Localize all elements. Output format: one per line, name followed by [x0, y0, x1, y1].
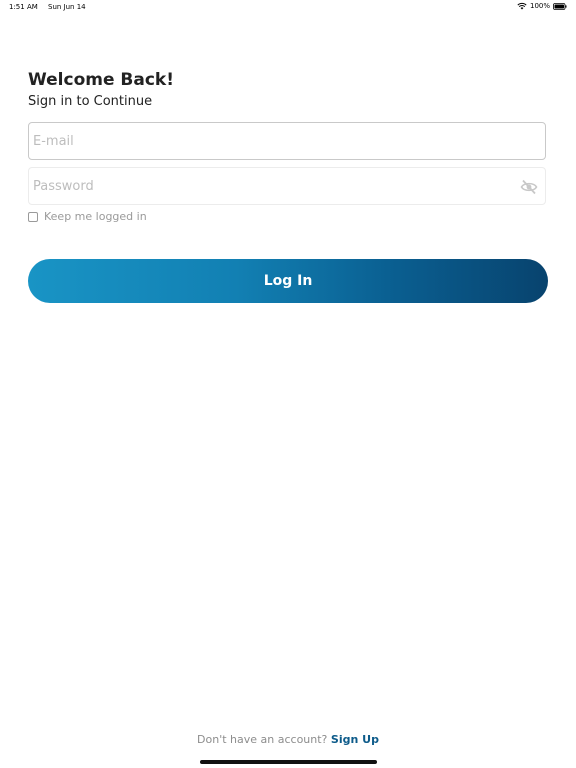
- email-field[interactable]: [29, 123, 503, 159]
- signup-prompt: Don't have an account?: [197, 733, 328, 746]
- remember-me-label[interactable]: Keep me logged in: [44, 210, 147, 223]
- page-title: Welcome Back!: [28, 70, 174, 90]
- battery-icon: [553, 2, 567, 10]
- wifi-icon: [517, 2, 527, 10]
- status-right: 100%: [517, 2, 567, 10]
- email-field-container: [28, 122, 546, 160]
- remember-me-row: Keep me logged in: [28, 210, 147, 223]
- eye-slash-icon[interactable]: [520, 179, 538, 195]
- status-time: 1:51 AM: [9, 3, 38, 11]
- status-bar: 1:51 AM Sun Jun 14 100%: [0, 0, 576, 14]
- status-left: 1:51 AM Sun Jun 14: [9, 3, 94, 11]
- page-subtitle: Sign in to Continue: [28, 94, 153, 109]
- login-screen: 1:51 AM Sun Jun 14 100% Welcome Back! Si…: [0, 0, 576, 768]
- signup-row: Don't have an account? Sign Up: [0, 733, 576, 746]
- home-indicator[interactable]: [200, 760, 377, 764]
- password-field-container: [28, 167, 546, 205]
- remember-me-checkbox[interactable]: [28, 211, 38, 222]
- password-field[interactable]: [29, 168, 503, 204]
- battery-percent: 100%: [529, 2, 550, 10]
- signup-link[interactable]: Sign Up: [331, 733, 379, 746]
- status-date: Sun Jun 14: [48, 3, 86, 11]
- login-button[interactable]: Log In: [28, 259, 548, 303]
